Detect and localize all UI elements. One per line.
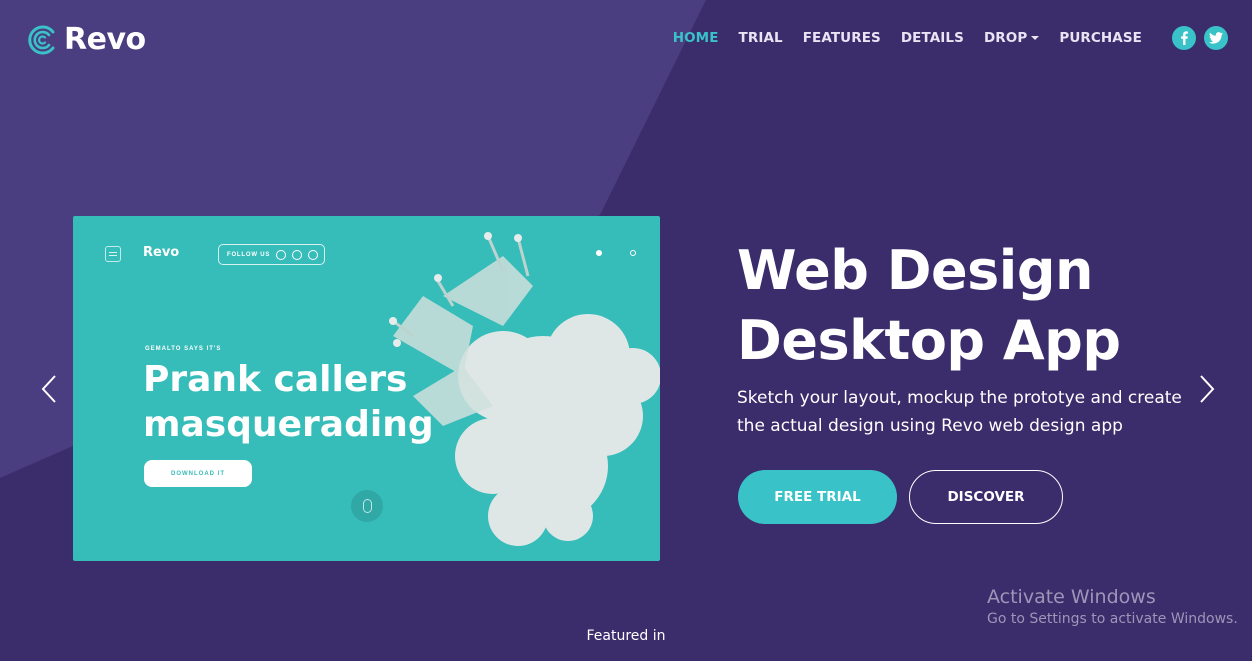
featured-in-label: Featured in	[586, 628, 666, 644]
nav-details[interactable]: DETAILS	[901, 30, 964, 46]
menu-icon	[105, 246, 121, 262]
slide-preview-image: Revo FOLLOW US GEMALTO SAYS IT'S Prank c…	[73, 216, 660, 561]
hero-title: Web Design Desktop App	[737, 236, 1121, 376]
slide-download-button: DOWNLOAD IT	[144, 460, 252, 487]
slide-brand: Revo	[143, 245, 180, 260]
main-nav: HOME TRIAL FEATURES DETAILS DROP PURCHAS…	[653, 26, 1228, 50]
brand-name: Revo	[64, 22, 146, 57]
activate-windows-subtitle: Go to Settings to activate Windows.	[987, 611, 1238, 627]
carousel-prev-icon[interactable]	[40, 374, 60, 404]
nav-features[interactable]: FEATURES	[803, 30, 881, 46]
facebook-icon[interactable]	[1172, 26, 1196, 50]
slide-follow-label: FOLLOW US	[227, 251, 271, 258]
free-trial-button[interactable]: FREE TRIAL	[738, 470, 897, 524]
social-links	[1164, 26, 1228, 50]
hero-title-line2: Desktop App	[737, 309, 1121, 372]
nav-home[interactable]: HOME	[673, 30, 719, 46]
slide-follow-us: FOLLOW US	[218, 244, 326, 265]
dribbble-icon	[276, 249, 287, 260]
slide-headline-line1: Prank callers	[143, 359, 408, 400]
revo-logo-icon	[28, 25, 55, 54]
nav-trial[interactable]: TRIAL	[739, 30, 783, 46]
activate-windows-watermark: Activate Windows Go to Settings to activ…	[987, 586, 1238, 627]
twitter-icon	[292, 249, 303, 260]
brand-logo[interactable]: Revo	[26, 22, 146, 57]
chevron-down-icon	[1031, 36, 1040, 40]
user-icon	[596, 250, 602, 256]
nav-drop-label: DROP	[983, 30, 1028, 46]
hero-title-line1: Web Design	[737, 239, 1093, 302]
mouse-scroll-icon	[351, 490, 383, 522]
discover-button[interactable]: DISCOVER	[909, 470, 1063, 524]
hero-subtitle: Sketch your layout, mockup the prototye …	[737, 388, 1182, 436]
search-icon	[630, 250, 636, 256]
youtube-icon	[308, 249, 319, 260]
twitter-icon[interactable]	[1204, 26, 1228, 50]
nav-purchase[interactable]: PURCHASE	[1059, 30, 1142, 46]
slide-kicker: GEMALTO SAYS IT'S	[145, 346, 222, 352]
slide-headline: Prank callers masquerading	[143, 357, 443, 447]
slide-headline-line2: masquerading	[143, 404, 434, 445]
activate-windows-title: Activate Windows	[987, 586, 1156, 608]
nav-drop[interactable]: DROP	[983, 30, 1040, 46]
